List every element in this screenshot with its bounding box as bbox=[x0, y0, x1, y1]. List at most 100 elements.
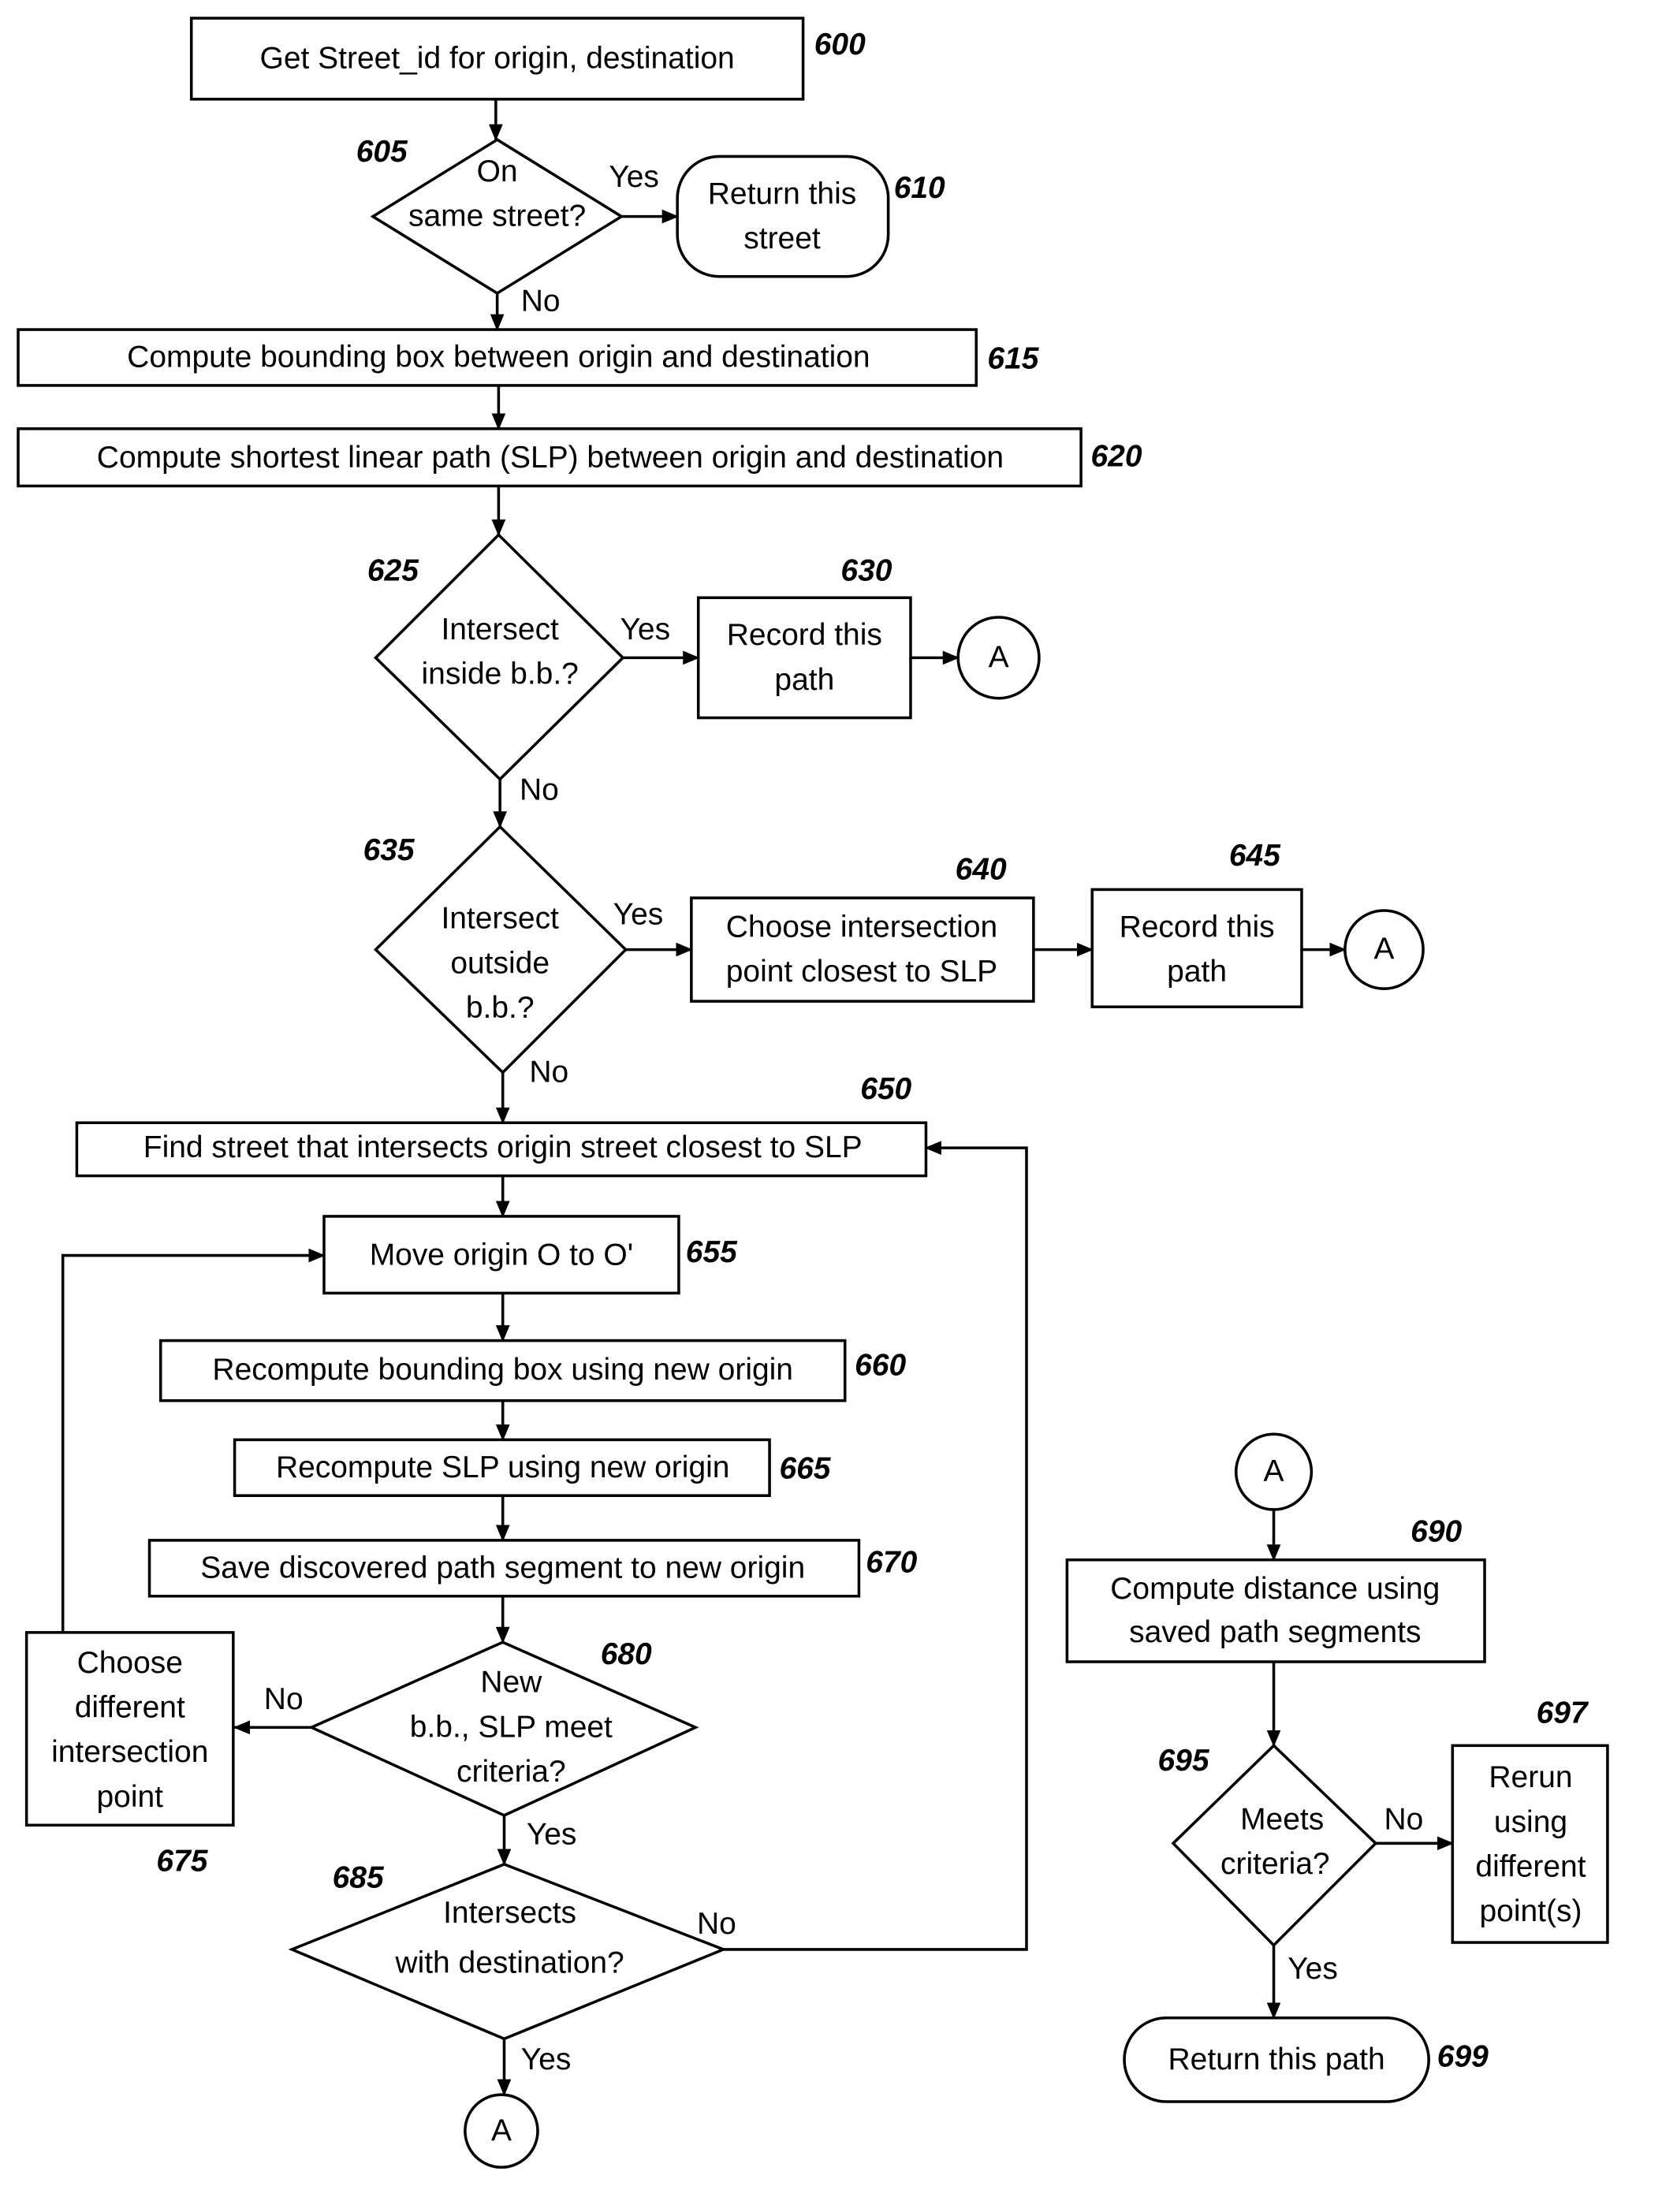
ref-680: 680 bbox=[601, 1637, 652, 1671]
ref-620: 620 bbox=[1090, 439, 1142, 473]
node-600-text: Get Street_id for origin, destination bbox=[260, 41, 735, 75]
node-670: Save discovered path segment to new orig… bbox=[147, 1539, 918, 1598]
label-605-no: No bbox=[521, 285, 561, 318]
node-605-line-1: On bbox=[477, 155, 518, 188]
node-670-text: Save discovered path segment to new orig… bbox=[200, 1551, 805, 1585]
node-697-line-3: different bbox=[1475, 1849, 1586, 1883]
ref-615: 615 bbox=[987, 341, 1039, 375]
ref-635: 635 bbox=[363, 833, 416, 867]
connector-A-2: A bbox=[1343, 909, 1425, 990]
ref-690: 690 bbox=[1410, 1514, 1462, 1548]
node-655-text: Move origin O to O' bbox=[370, 1238, 633, 1272]
label-625-no: No bbox=[520, 773, 559, 807]
node-695-line-2: criteria? bbox=[1220, 1847, 1330, 1881]
node-600: Get Street_id for origin, destination 60… bbox=[189, 17, 866, 101]
connector-A-3-label: A bbox=[491, 2113, 512, 2147]
node-675: Choose different intersection point 675 bbox=[24, 1631, 235, 1878]
node-625-line-1: Intersect bbox=[441, 613, 559, 646]
ref-645: 645 bbox=[1229, 839, 1281, 873]
node-685: Intersects with destination? 685 bbox=[288, 1861, 728, 2041]
node-675-line-4: point bbox=[96, 1780, 163, 1814]
node-620: Compute shortest linear path (SLP) betwe… bbox=[17, 427, 1142, 488]
connector-A-1-label: A bbox=[989, 640, 1009, 674]
ref-640: 640 bbox=[956, 853, 1007, 887]
node-660-text: Recompute bounding box using new origin bbox=[212, 1353, 793, 1387]
ref-605: 605 bbox=[356, 135, 408, 169]
ref-670: 670 bbox=[866, 1545, 917, 1579]
node-665-text: Recompute SLP using new origin bbox=[276, 1450, 729, 1484]
node-635-line-3: b.b.? bbox=[466, 991, 535, 1025]
node-635: Intersect outside b.b.? 635 bbox=[363, 825, 628, 1074]
ref-625: 625 bbox=[367, 554, 419, 588]
node-610-line-1: Return this bbox=[708, 177, 856, 210]
node-635-line-2: outside bbox=[450, 946, 550, 980]
ref-650: 650 bbox=[860, 1072, 911, 1106]
node-680-line-3: criteria? bbox=[456, 1755, 566, 1789]
label-695-yes: Yes bbox=[1287, 1952, 1338, 1986]
node-640: Choose intersection point closest to SLP… bbox=[690, 853, 1035, 1003]
node-615-text: Compute bounding box between origin and … bbox=[127, 341, 870, 374]
node-690-line-1: Compute distance using bbox=[1110, 1572, 1440, 1606]
label-680-yes: Yes bbox=[527, 1818, 577, 1852]
node-655: Move origin O to O' 655 bbox=[322, 1215, 738, 1295]
node-665: Recompute SLP using new origin 665 bbox=[233, 1438, 832, 1497]
node-675-line-2: different bbox=[75, 1691, 185, 1725]
ref-660: 660 bbox=[855, 1349, 906, 1383]
node-695-line-1: Meets bbox=[1240, 1802, 1324, 1836]
node-660: Recompute bounding box using new origin … bbox=[158, 1339, 906, 1402]
node-635-line-1: Intersect bbox=[441, 902, 559, 936]
label-635-no: No bbox=[529, 1056, 568, 1089]
connector-A-3: A bbox=[464, 2093, 539, 2169]
node-697-line-1: Rerun bbox=[1489, 1760, 1572, 1794]
node-630-line-1: Record this bbox=[727, 618, 882, 652]
label-635-yes: Yes bbox=[613, 897, 664, 931]
node-697-line-2: using bbox=[1494, 1805, 1567, 1839]
node-685-line-2: with destination? bbox=[394, 1946, 624, 1980]
ref-685: 685 bbox=[333, 1861, 385, 1895]
ref-665: 665 bbox=[779, 1452, 831, 1486]
node-690: Compute distance using saved path segmen… bbox=[1065, 1514, 1486, 1663]
node-610: Return this street 610 bbox=[676, 155, 945, 278]
node-697-line-4: point(s) bbox=[1480, 1894, 1582, 1928]
connector-A-4: A bbox=[1234, 1432, 1314, 1511]
ref-675: 675 bbox=[156, 1844, 208, 1878]
label-685-yes: Yes bbox=[521, 2043, 572, 2076]
ref-610: 610 bbox=[894, 171, 945, 205]
ref-600: 600 bbox=[814, 28, 866, 61]
node-615: Compute bounding box between origin and … bbox=[17, 328, 1040, 387]
connector-A-2-label: A bbox=[1373, 933, 1394, 966]
node-605: On same street? 605 bbox=[356, 135, 624, 296]
node-675-line-3: intersection bbox=[51, 1735, 208, 1769]
ref-699: 699 bbox=[1437, 2039, 1489, 2073]
node-645-line-2: path bbox=[1167, 955, 1227, 989]
node-650-text: Find street that intersects origin stree… bbox=[143, 1130, 863, 1164]
node-680-line-1: New bbox=[480, 1666, 542, 1700]
node-680: New b.b., SLP meet criteria? 680 bbox=[307, 1637, 699, 1817]
node-640-line-2: point closest to SLP bbox=[726, 955, 997, 989]
node-699-text: Return this path bbox=[1168, 2043, 1385, 2076]
node-695: Meets criteria? 695 bbox=[1158, 1743, 1378, 1948]
node-699: Return this path 699 bbox=[1123, 2016, 1489, 2103]
node-690-line-2: saved path segments bbox=[1129, 1615, 1421, 1649]
ref-697: 697 bbox=[1537, 1696, 1589, 1730]
node-680-line-2: b.b., SLP meet bbox=[410, 1710, 613, 1744]
node-620-text: Compute shortest linear path (SLP) betwe… bbox=[97, 441, 1004, 475]
label-625-yes: Yes bbox=[620, 613, 671, 646]
connector-A-1: A bbox=[956, 616, 1041, 700]
label-605-yes: Yes bbox=[609, 160, 659, 194]
ref-695: 695 bbox=[1158, 1744, 1210, 1778]
ref-655: 655 bbox=[686, 1235, 738, 1269]
node-697: Rerun using different point(s) 697 bbox=[1451, 1696, 1609, 1944]
node-685-line-1: Intersects bbox=[443, 1896, 576, 1930]
node-630: Record this path 630 bbox=[696, 554, 912, 720]
connector-A-4-label: A bbox=[1264, 1454, 1284, 1488]
node-605-line-2: same street? bbox=[408, 199, 586, 233]
node-645-line-1: Record this bbox=[1120, 910, 1275, 944]
node-640-line-1: Choose intersection bbox=[726, 910, 997, 944]
node-645: Record this path 645 bbox=[1090, 839, 1303, 1008]
ref-630: 630 bbox=[840, 554, 892, 588]
node-625-line-2: inside b.b.? bbox=[422, 657, 579, 691]
label-685-no: No bbox=[697, 1907, 736, 1941]
label-695-no: No bbox=[1384, 1802, 1423, 1836]
node-625: Intersect inside b.b.? 625 bbox=[367, 532, 625, 781]
